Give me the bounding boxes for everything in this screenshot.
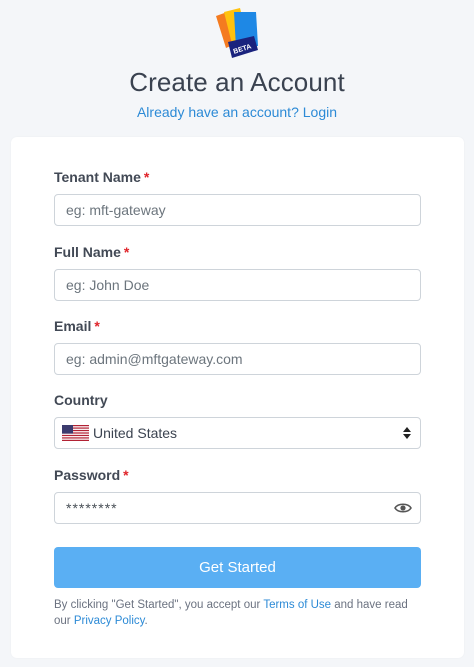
country-selected-value: United States — [93, 425, 178, 441]
required-marker: * — [143, 169, 150, 185]
country-label: Country — [54, 392, 108, 408]
password-input[interactable] — [55, 493, 394, 523]
app-logo-icon: BETA — [216, 8, 258, 58]
signup-card: Tenant Name* Full Name* Email* Country — [11, 137, 464, 658]
full-name-label: Full Name * — [54, 244, 129, 260]
password-label: Password * — [54, 467, 129, 483]
page-title: Create an Account — [129, 67, 345, 97]
full-name-label-text: Full Name — [54, 244, 121, 260]
full-name-input[interactable] — [54, 269, 421, 301]
terms-suffix-text: . — [144, 615, 148, 627]
password-label-text: Password — [54, 467, 121, 483]
password-field — [54, 492, 421, 524]
signup-page: BETA Create an Account Already have an a… — [0, 0, 474, 667]
get-started-button[interactable]: Get Started — [54, 547, 421, 588]
required-marker: * — [123, 244, 130, 260]
email-label: Email * — [54, 318, 100, 334]
login-link[interactable]: Already have an account? Login — [137, 104, 337, 120]
login-link-row: Already have an account? Login — [0, 104, 474, 120]
privacy-policy-link[interactable]: Privacy Policy — [74, 615, 145, 627]
required-marker: * — [123, 467, 129, 483]
terms-notice: By clicking "Get Started", you accept ou… — [54, 597, 424, 629]
tenant-name-input[interactable] — [54, 194, 421, 226]
tenant-name-label-text: Tenant Name — [54, 169, 141, 185]
terms-of-use-link[interactable]: Terms of Use — [263, 599, 331, 611]
tenant-name-label: Tenant Name * — [54, 169, 149, 185]
us-flag-icon — [62, 425, 89, 441]
eye-icon[interactable] — [394, 501, 412, 515]
email-input[interactable] — [54, 343, 421, 375]
country-select[interactable]: United States — [54, 417, 421, 449]
required-marker: * — [94, 318, 100, 334]
email-label-text: Email — [54, 318, 92, 334]
terms-prefix-text: By clicking "Get Started", you accept ou… — [54, 599, 264, 611]
select-caret-icon — [403, 427, 411, 439]
